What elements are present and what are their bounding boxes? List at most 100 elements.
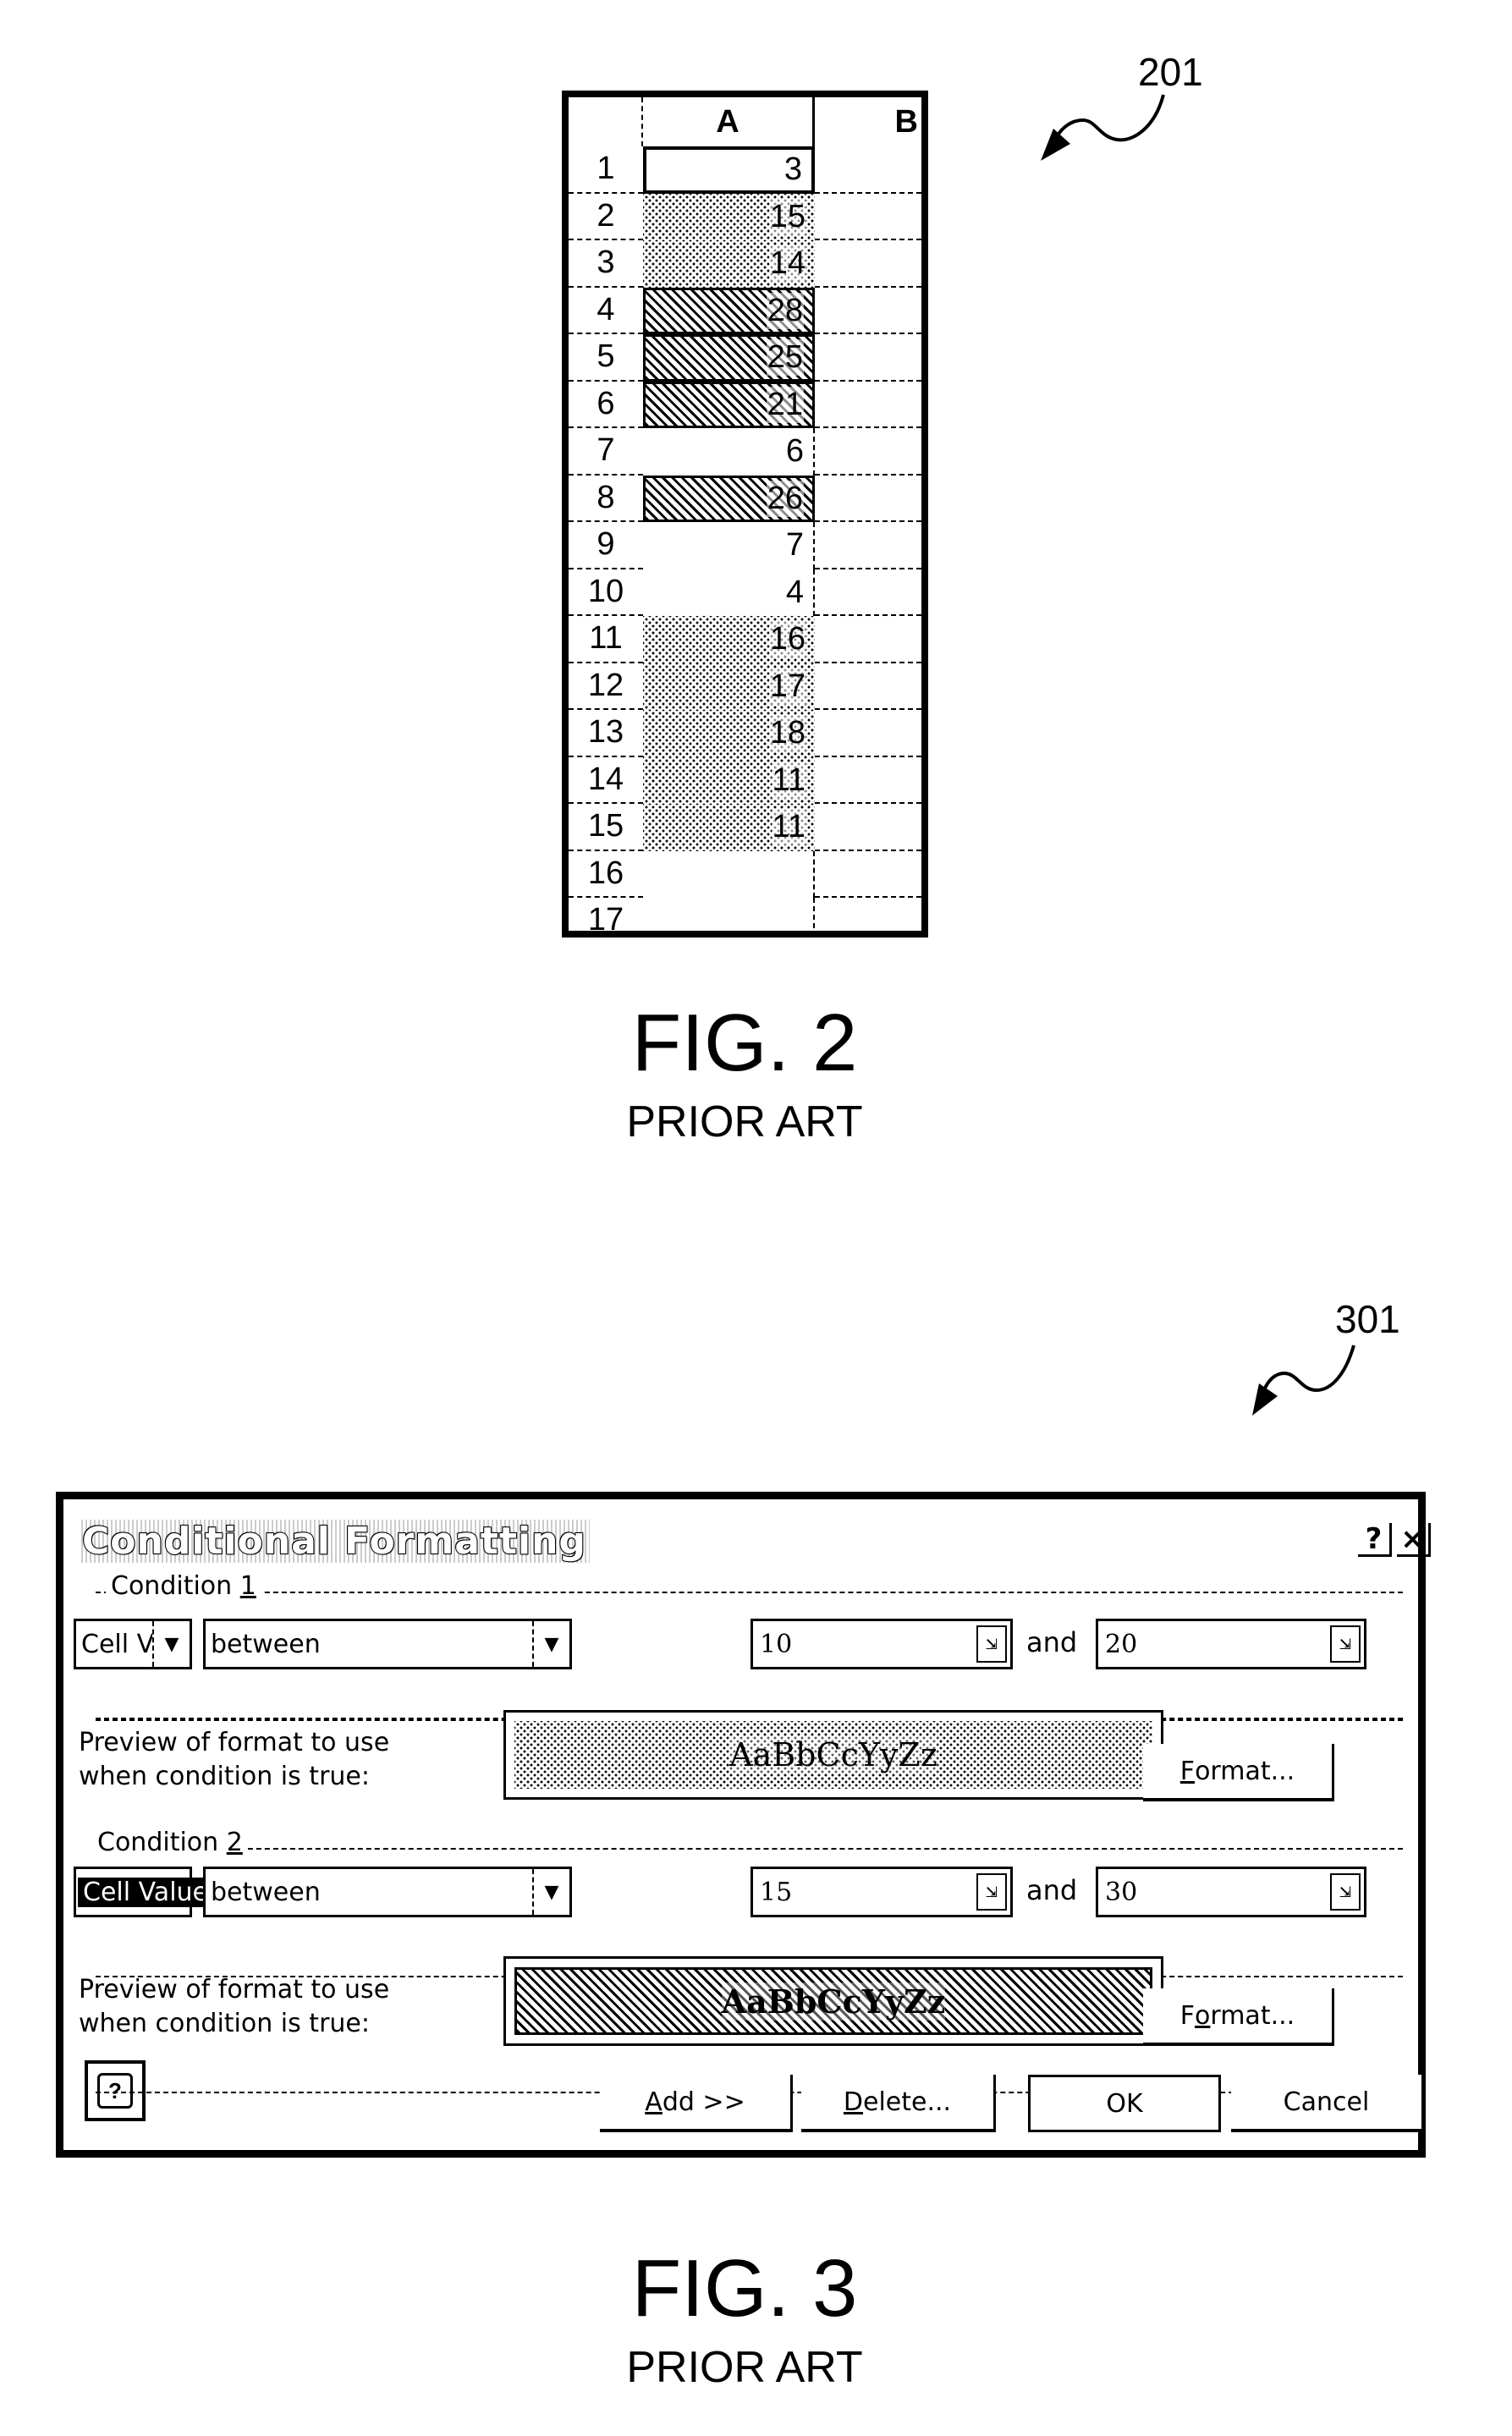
condition-2-operator-select[interactable]: between ▼ bbox=[203, 1867, 572, 1917]
row-header[interactable]: 17 bbox=[569, 898, 643, 931]
dropdown-arrow-icon[interactable]: ▼ bbox=[532, 1621, 569, 1667]
active-cell[interactable]: 3 bbox=[643, 146, 815, 194]
row-header[interactable]: 4 bbox=[569, 288, 643, 334]
collapse-dialog-icon[interactable]: ⇲ bbox=[1330, 1625, 1361, 1663]
row-header[interactable]: 7 bbox=[569, 428, 643, 476]
cell-a[interactable]: 14 bbox=[643, 240, 815, 288]
dropdown-arrow-icon[interactable]: ▼ bbox=[152, 1621, 190, 1667]
condition-1-value2-input[interactable]: 20 ⇲ bbox=[1096, 1619, 1366, 1669]
cell-a[interactable]: 4 bbox=[643, 569, 815, 616]
cell-a[interactable]: 21 bbox=[643, 381, 815, 428]
cell-b[interactable] bbox=[815, 240, 921, 288]
condition-2-and-label: and bbox=[1026, 1874, 1078, 1906]
cell-b[interactable] bbox=[815, 382, 921, 428]
condition-2-format-button[interactable]: Fo rmat... bbox=[1143, 1988, 1334, 2046]
row-header[interactable]: 8 bbox=[569, 476, 643, 522]
cell-b[interactable] bbox=[815, 851, 921, 898]
row-header[interactable]: 11 bbox=[569, 616, 643, 663]
cell-b[interactable] bbox=[815, 616, 921, 663]
row-header[interactable]: 1 bbox=[569, 146, 643, 194]
table-row: 16 bbox=[569, 850, 921, 898]
cell-a[interactable]: 26 bbox=[643, 475, 815, 522]
cell-a[interactable]: 11 bbox=[643, 804, 815, 851]
cell-a[interactable]: 17 bbox=[643, 663, 815, 710]
add-condition-button[interactable]: Add >> bbox=[600, 2075, 793, 2132]
row-header[interactable]: 13 bbox=[569, 710, 643, 757]
cell-a[interactable]: 25 bbox=[643, 334, 815, 382]
condition-1-value1-input[interactable]: 10 ⇲ bbox=[751, 1619, 1013, 1669]
condition-2-type-select[interactable]: Cell Value Is ▼ bbox=[74, 1867, 260, 1917]
cell-a[interactable]: 7 bbox=[643, 522, 815, 569]
column-header-a[interactable]: A bbox=[643, 97, 815, 146]
cell-value: 17 bbox=[768, 668, 806, 705]
cell-b[interactable] bbox=[815, 334, 921, 382]
cell-b[interactable] bbox=[815, 288, 921, 334]
table-row: 97 bbox=[569, 522, 921, 569]
cell-b[interactable] bbox=[815, 757, 921, 804]
cell-b[interactable] bbox=[815, 663, 921, 710]
column-header-b[interactable]: B bbox=[815, 97, 921, 146]
office-assistant-help-button[interactable]: ? bbox=[85, 2060, 146, 2121]
cell-b[interactable] bbox=[815, 710, 921, 757]
cell-b[interactable] bbox=[815, 428, 921, 476]
cell-a[interactable]: 6 bbox=[643, 428, 815, 476]
conditional-formatting-dialog: Conditional Formatting ? × Condition 1 C… bbox=[56, 1492, 1431, 2158]
cell-a[interactable]: 16 bbox=[643, 616, 815, 663]
cell-a[interactable]: 11 bbox=[643, 756, 815, 804]
cell-value: 4 bbox=[784, 574, 805, 611]
question-icon: ? bbox=[1365, 1521, 1383, 1556]
cell-a[interactable] bbox=[643, 898, 815, 931]
condition-2-value2-input[interactable]: 30 ⇲ bbox=[1096, 1867, 1366, 1917]
row-header[interactable]: 16 bbox=[569, 851, 643, 898]
cell-b[interactable] bbox=[815, 804, 921, 851]
spreadsheet-grid: A B 1 3 2 15 3 14 4 28 5 25 6 21 7 6 8 26 9 7 10 4 11 16 12 17 1… bbox=[562, 91, 928, 938]
collapse-dialog-icon[interactable]: ⇲ bbox=[976, 1625, 1007, 1663]
table-row: 76 bbox=[569, 428, 921, 476]
condition-1-type-select[interactable]: Cell Value Is ▼ bbox=[74, 1619, 192, 1669]
table-row: 13 bbox=[569, 146, 921, 194]
preview-swatch: AaBbCcYyZz bbox=[514, 1967, 1152, 2035]
condition-1-operator-select[interactable]: between ▼ bbox=[203, 1619, 572, 1669]
figure-caption-fig3: FIG. 3 bbox=[631, 2243, 858, 2334]
row-header[interactable]: 12 bbox=[569, 663, 643, 710]
reference-arrow-201 bbox=[1041, 94, 1165, 161]
delete-condition-button[interactable]: Delete... bbox=[801, 2075, 996, 2132]
cell-b[interactable] bbox=[815, 522, 921, 569]
collapse-dialog-icon[interactable]: ⇲ bbox=[1330, 1873, 1361, 1911]
row-header[interactable]: 3 bbox=[569, 240, 643, 288]
cell-b[interactable] bbox=[815, 194, 921, 240]
condition-1-format-button[interactable]: Format... bbox=[1143, 1744, 1334, 1801]
row-header[interactable]: 15 bbox=[569, 804, 643, 851]
cell-b[interactable] bbox=[815, 569, 921, 616]
row-header[interactable]: 5 bbox=[569, 334, 643, 382]
row-header[interactable]: 2 bbox=[569, 194, 643, 240]
column-header-row: A B bbox=[569, 97, 921, 146]
cell-a[interactable]: 15 bbox=[643, 193, 815, 240]
condition-1-label: Condition 1 bbox=[106, 1571, 261, 1601]
collapse-dialog-icon[interactable]: ⇲ bbox=[976, 1873, 1007, 1911]
table-row: 13 18 bbox=[569, 710, 921, 757]
close-button[interactable]: × bbox=[1397, 1522, 1431, 1557]
dropdown-arrow-icon[interactable]: ▼ bbox=[532, 1869, 569, 1915]
ok-button[interactable]: OK bbox=[1028, 2075, 1221, 2132]
row-header[interactable]: 9 bbox=[569, 522, 643, 569]
row-header[interactable]: 6 bbox=[569, 382, 643, 428]
condition-2-value1-input[interactable]: 15 ⇲ bbox=[751, 1867, 1013, 1917]
cell-b[interactable] bbox=[815, 898, 921, 931]
condition-2-value2: 30 bbox=[1105, 1877, 1138, 1907]
condition-2-operator-value: between bbox=[211, 1877, 321, 1907]
cancel-button[interactable]: Cancel bbox=[1231, 2075, 1424, 2132]
title-help-button[interactable]: ? bbox=[1358, 1521, 1392, 1557]
cell-a[interactable]: 28 bbox=[643, 287, 815, 334]
cell-b[interactable] bbox=[815, 146, 921, 194]
row-header[interactable]: 10 bbox=[569, 569, 643, 616]
cell-a[interactable]: 18 bbox=[643, 710, 815, 757]
table-row: 14 11 bbox=[569, 756, 921, 804]
row-header[interactable]: 14 bbox=[569, 757, 643, 804]
cell-b[interactable] bbox=[815, 476, 921, 522]
cell-value: 21 bbox=[766, 386, 804, 423]
select-all-corner[interactable] bbox=[569, 97, 643, 146]
table-row: 11 16 bbox=[569, 616, 921, 663]
cell-a[interactable] bbox=[643, 850, 815, 898]
cell-value: 16 bbox=[768, 621, 806, 658]
